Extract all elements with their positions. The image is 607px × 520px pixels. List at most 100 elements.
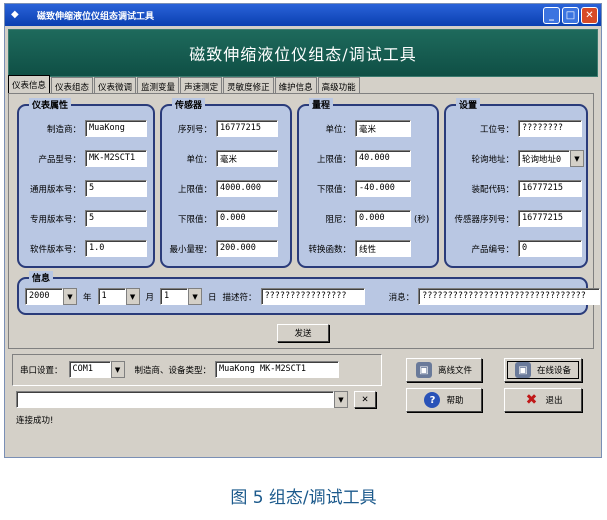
field-label: 装配代码：	[471, 184, 514, 195]
tab-advanced[interactable]: 高级功能	[317, 77, 360, 93]
field-label: 序列号：	[177, 124, 212, 135]
network-icon: ▣	[514, 362, 531, 378]
figure-caption: 图 5 组态/调试工具	[230, 488, 377, 508]
poll-address-select[interactable]: 轮询地址0 ▼	[518, 150, 584, 167]
group-range: 量程 单位： 毫米 上限值： 40.000 下限值： -40.000 阻尼： 0.000…	[297, 98, 439, 268]
tab-fine-tune[interactable]: 仪表微调	[94, 77, 137, 93]
range-lower-field[interactable]: -40.000	[355, 180, 411, 197]
software-version-field[interactable]: 1.0	[85, 240, 147, 257]
tag-field[interactable]: ????????	[518, 120, 582, 137]
help-icon: ?	[424, 392, 441, 408]
year-value: 2000	[25, 288, 63, 305]
field-label: 单位：	[325, 124, 351, 135]
range-unit-field[interactable]: 毫米	[355, 120, 411, 137]
exit-button[interactable]: ✖ 退出	[504, 388, 582, 412]
tab-sensitivity[interactable]: 灵敏度修正	[223, 77, 274, 93]
group-legend: 设置	[456, 98, 481, 111]
tab-panel: 仪表属性 制造商： MuaKong 产品型号： MK-M2SCT1 通用版本号： 5 …	[8, 93, 601, 349]
chevron-down-icon[interactable]: ▼	[63, 288, 77, 305]
send-button[interactable]: 发送	[277, 324, 329, 342]
tab-maintenance[interactable]: 维护信息	[274, 77, 317, 93]
sensor-lower-field[interactable]: 0.000	[216, 210, 278, 227]
window-title: 磁致伸缩液位仪组态调试工具	[37, 11, 155, 22]
field-label: 阻尼：	[325, 214, 351, 225]
product-number-field[interactable]: 0	[518, 240, 582, 257]
damping-unit: (秒)	[414, 214, 430, 225]
help-button[interactable]: ? 帮助	[406, 388, 482, 412]
bottom-bar: 串口设置： COM1 ▼ 制造商、设备类型： MuaKong MK-M2SCT1 …	[8, 352, 594, 452]
special-version-field[interactable]: 5	[85, 210, 147, 227]
field-label: 上限值：	[177, 184, 212, 195]
sensor-unit-field[interactable]: 毫米	[216, 150, 278, 167]
field-label: 制造商：	[46, 124, 81, 135]
chevron-down-icon[interactable]: ▼	[570, 150, 584, 167]
chevron-down-icon[interactable]: ▼	[334, 391, 348, 408]
computer-icon: ▣	[415, 362, 432, 378]
message-field[interactable]: ????????????????????????????????	[418, 288, 601, 305]
damping-field[interactable]: 0.000	[355, 210, 411, 227]
tab-instrument-info[interactable]: 仪表信息	[8, 75, 51, 93]
help-label: 帮助	[446, 396, 464, 406]
chevron-down-icon[interactable]: ▼	[125, 288, 140, 305]
minimize-button[interactable]: _	[543, 6, 560, 24]
title-bar: ◆ 磁致伸缩液位仪组态调试工具 _ □ ✕	[5, 4, 601, 26]
tab-sound-speed[interactable]: 声速测定	[180, 77, 223, 93]
transfer-function-field[interactable]: 线性	[355, 240, 411, 257]
field-label: 上限值：	[316, 154, 351, 165]
banner-title: 磁致伸缩液位仪组态/调试工具	[189, 45, 417, 64]
tab-monitor-vars[interactable]: 监测变量	[137, 77, 180, 93]
sensor-min-span-field[interactable]: 200.000	[216, 240, 278, 257]
offline-file-label: 离线文件	[437, 366, 472, 376]
port-select[interactable]: COM1 ▼	[68, 361, 125, 378]
field-label: 产品编号：	[471, 244, 514, 255]
descriptor-label: 描述符：	[222, 292, 257, 303]
tab-instrument-config[interactable]: 仪表组态	[51, 77, 94, 93]
field-label: 专用版本号：	[29, 214, 81, 225]
field-label: 最小量程：	[169, 244, 212, 255]
field-label: 工位号：	[479, 124, 514, 135]
field-label: 轮询地址：	[471, 154, 514, 165]
year-select[interactable]: 2000 ▼	[25, 288, 77, 305]
field-label: 软件版本号：	[29, 244, 81, 255]
field-label: 产品型号：	[38, 154, 81, 165]
range-upper-field[interactable]: 40.000	[355, 150, 411, 167]
app-icon: ◆	[11, 9, 19, 20]
port-label: 串口设置：	[20, 365, 63, 376]
descriptor-field[interactable]: ????????????????	[260, 288, 365, 305]
history-value	[16, 391, 334, 408]
status-text: 连接成功!	[16, 416, 54, 426]
month-unit: 月	[145, 292, 155, 303]
day-unit: 日	[208, 292, 217, 303]
month-select[interactable]: 1 ▼	[97, 288, 140, 305]
group-settings: 设置 工位号：???????? 轮询地址： 轮询地址0 ▼ 装配代码： 1677721…	[444, 98, 588, 268]
sensor-upper-field[interactable]: 4000.000	[216, 180, 278, 197]
manufacturer-field[interactable]: MuaKong	[85, 120, 147, 137]
offline-file-button[interactable]: ▣ 离线文件	[406, 358, 482, 382]
assembly-code-field[interactable]: 16777215	[518, 180, 582, 197]
group-legend: 传感器	[172, 98, 206, 111]
history-select[interactable]: ▼	[16, 391, 348, 408]
exit-icon: ✖	[525, 392, 538, 408]
sensor-serial-field[interactable]: 16777215	[216, 120, 278, 137]
tab-strip: 仪表信息 仪表组态 仪表微调 监测变量 声速测定 灵敏度修正 维护信息 高级功能	[8, 75, 361, 93]
field-label: 传感器序列号：	[454, 214, 514, 225]
device-label: 制造商、设备类型：	[134, 365, 212, 376]
close-button[interactable]: ✕	[581, 6, 598, 24]
model-field[interactable]: MK-M2SCT1	[85, 150, 147, 167]
day-value: 1	[160, 288, 189, 305]
app-banner: 磁致伸缩液位仪组态/调试工具	[8, 29, 598, 77]
day-select[interactable]: 1 ▼	[160, 288, 203, 305]
clear-button[interactable]: ✕	[354, 391, 376, 408]
chevron-down-icon[interactable]: ▼	[110, 361, 125, 378]
group-info: 信息 2000 ▼ 年 1 ▼ 月 1 ▼ 日 描述符： ??????????????…	[17, 271, 601, 315]
general-version-field[interactable]: 5	[85, 180, 147, 197]
year-unit: 年	[83, 292, 92, 303]
chevron-down-icon[interactable]: ▼	[188, 288, 203, 305]
device-field[interactable]: MuaKong MK-M2SCT1	[215, 361, 340, 378]
group-legend: 信息	[29, 271, 54, 284]
maximize-button[interactable]: □	[562, 6, 579, 24]
group-sensor: 传感器 序列号： 16777215 单位： 毫米 上限值： 4000.000 下限值：…	[160, 98, 292, 268]
port-value: COM1	[68, 361, 111, 378]
sensor-serial-number-field[interactable]: 16777215	[518, 210, 582, 227]
online-device-button[interactable]: ▣ 在线设备	[504, 358, 582, 382]
